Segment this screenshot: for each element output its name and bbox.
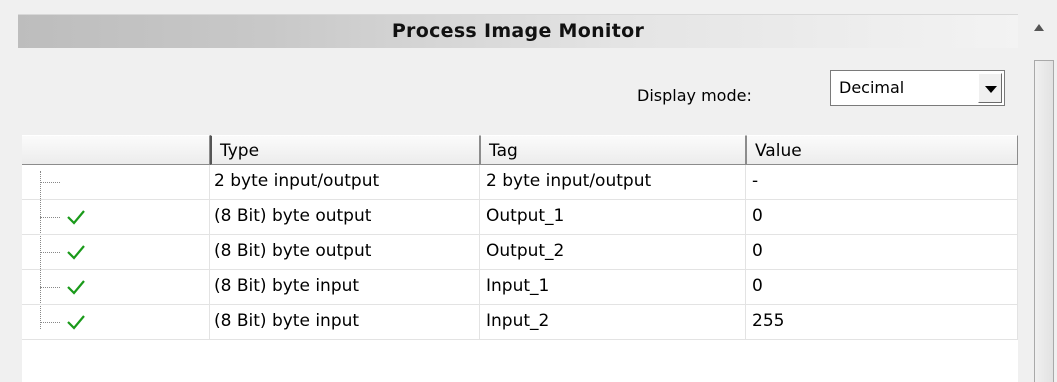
scroll-thumb[interactable]	[1034, 60, 1054, 382]
column-header-value[interactable]: Value	[746, 135, 1018, 165]
type-cell: (8 Bit) byte input	[210, 305, 480, 340]
table-header: Type Tag Value	[22, 135, 1018, 165]
display-mode-select[interactable]: Decimal	[830, 70, 1005, 106]
tree-branch-line	[40, 252, 60, 253]
tag-cell: Input_2	[480, 305, 746, 340]
table-row[interactable]: (8 Bit) byte output Output_2 0	[22, 235, 1018, 270]
type-cell: (8 Bit) byte input	[210, 270, 480, 305]
vertical-scrollbar[interactable]	[1030, 14, 1057, 382]
checkmark-icon	[67, 245, 85, 260]
tree-cell	[22, 305, 210, 340]
value-cell: 0	[746, 235, 1018, 270]
value-cell: -	[746, 165, 1018, 200]
chevron-down-icon	[985, 86, 997, 93]
table-row[interactable]: 2 byte input/output 2 byte input/output …	[22, 165, 1018, 200]
column-header-tag[interactable]: Tag	[480, 135, 746, 165]
tree-cell	[22, 235, 210, 270]
page-title: Process Image Monitor	[391, 20, 645, 42]
tree-cell	[22, 270, 210, 305]
column-header-type[interactable]: Type	[210, 135, 480, 165]
display-mode-value: Decimal	[839, 78, 905, 97]
tree-branch-line	[40, 217, 60, 218]
table-row[interactable]: (8 Bit) byte input Input_1 0	[22, 270, 1018, 305]
display-mode-label: Display mode:	[637, 86, 752, 105]
value-cell: 0	[746, 200, 1018, 235]
tree-branch-line	[40, 182, 60, 183]
tree-cell	[22, 165, 210, 200]
process-image-monitor-window: Process Image Monitor Display mode: Deci…	[0, 0, 1057, 382]
column-header-tree[interactable]	[22, 135, 210, 165]
checkmark-icon	[67, 280, 85, 295]
table-row[interactable]: (8 Bit) byte input Input_2 255	[22, 305, 1018, 340]
scroll-up-icon[interactable]	[1034, 24, 1044, 31]
type-cell: 2 byte input/output	[210, 165, 480, 200]
tag-cell: Output_1	[480, 200, 746, 235]
type-cell: (8 Bit) byte output	[210, 200, 480, 235]
value-cell: 0	[746, 270, 1018, 305]
dropdown-button[interactable]	[978, 73, 1002, 103]
tag-cell: 2 byte input/output	[480, 165, 746, 200]
process-image-table: Type Tag Value 2 byte input/output 2 byt…	[22, 135, 1018, 382]
table-row[interactable]: (8 Bit) byte output Output_1 0	[22, 200, 1018, 235]
tree-cell	[22, 200, 210, 235]
tag-cell: Input_1	[480, 270, 746, 305]
value-cell: 255	[746, 305, 1018, 340]
tree-branch-line	[40, 287, 60, 288]
checkmark-icon	[67, 210, 85, 225]
title-bar: Process Image Monitor	[18, 14, 1018, 48]
tree-branch-line	[40, 322, 60, 323]
checkmark-icon	[67, 315, 85, 330]
tag-cell: Output_2	[480, 235, 746, 270]
type-cell: (8 Bit) byte output	[210, 235, 480, 270]
